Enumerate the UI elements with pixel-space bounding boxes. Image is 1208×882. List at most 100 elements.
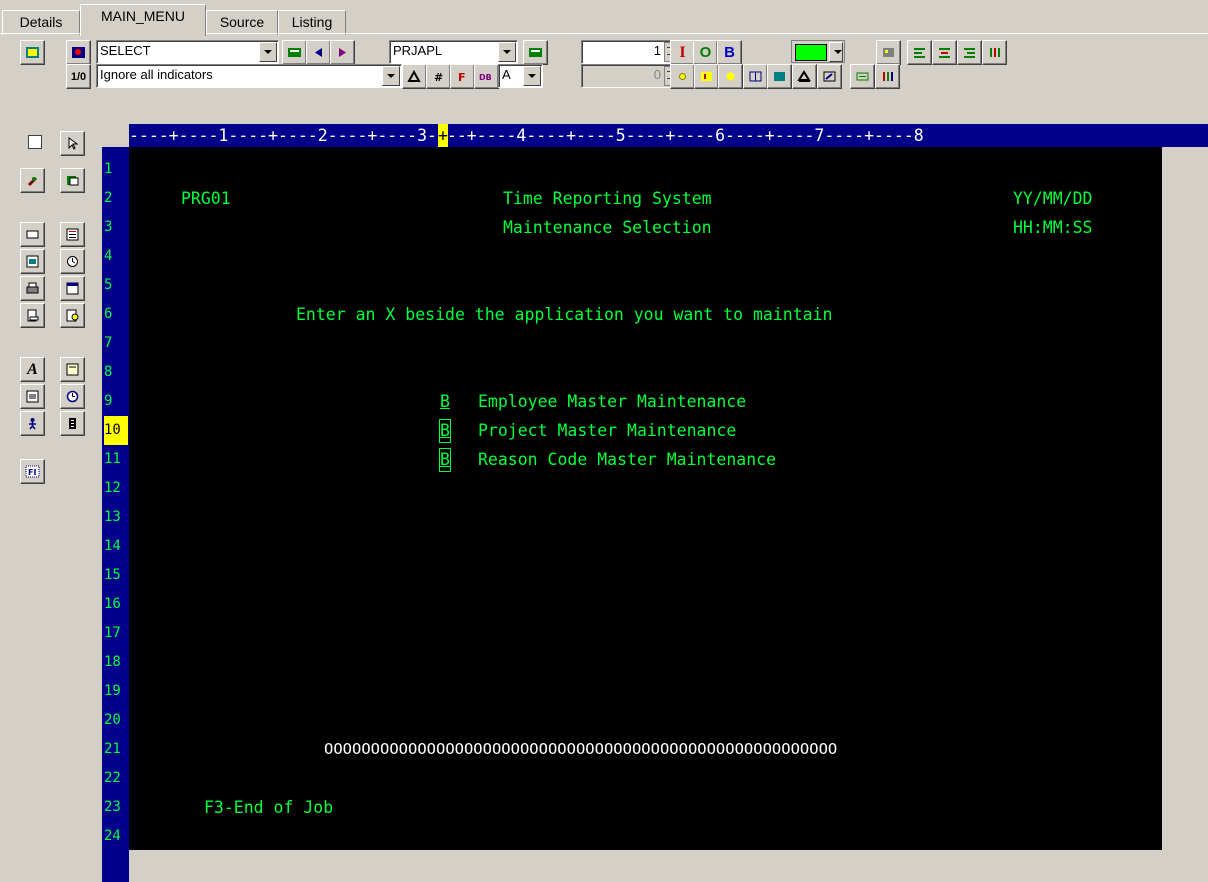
- text-edit-icon[interactable]: [402, 64, 427, 89]
- highlight-icon[interactable]: [670, 64, 695, 89]
- next-arrow-icon[interactable]: [330, 40, 355, 65]
- indicator-select[interactable]: Ignore all indicators: [96, 64, 402, 88]
- record-format-select[interactable]: PRJAPL: [389, 40, 518, 64]
- subfile-icon[interactable]: [60, 222, 85, 247]
- copy-format-icon[interactable]: [60, 168, 85, 193]
- ruler-text: ----+----1----+----2----+----3----+----4…: [129, 126, 924, 145]
- message-icon[interactable]: [60, 357, 85, 382]
- line-number: 24: [104, 828, 121, 844]
- line-number: 8: [104, 364, 113, 380]
- indicator-button[interactable]: 1/0: [66, 64, 91, 89]
- screen-design-area[interactable]: PRG01 Time Reporting System YY/MM/DD Mai…: [129, 147, 1162, 850]
- line-number: 14: [104, 538, 121, 554]
- open-icon[interactable]: [20, 40, 45, 65]
- align-right-icon[interactable]: [957, 40, 982, 65]
- text-constant-icon[interactable]: A: [20, 357, 45, 382]
- chevron-down-icon[interactable]: [829, 42, 843, 62]
- operation-select[interactable]: SELECT: [96, 40, 279, 64]
- date-field[interactable]: YY/MM/DD: [1013, 184, 1092, 213]
- tab-main-menu[interactable]: MAIN_MENU: [80, 4, 206, 36]
- input-field-button[interactable]: I: [670, 40, 695, 65]
- bars-icon[interactable]: [875, 64, 900, 89]
- cursor-column-marker: +: [438, 124, 448, 147]
- line-number: 3: [104, 219, 113, 235]
- svg-text:DB: DB: [479, 73, 492, 82]
- user-icon[interactable]: [20, 411, 45, 436]
- image-field-icon[interactable]: [20, 384, 45, 409]
- line-number: 12: [104, 480, 121, 496]
- column-separator-icon[interactable]: [743, 64, 768, 89]
- chevron-down-icon[interactable]: [259, 42, 277, 62]
- tab-bar: Details MAIN_MENU Source Listing: [0, 0, 1208, 36]
- function-keys-icon[interactable]: [282, 40, 307, 65]
- align-center-icon[interactable]: [932, 40, 957, 65]
- line-number: 1: [104, 161, 113, 177]
- tab-details[interactable]: Details: [2, 10, 80, 35]
- database-field-icon[interactable]: DB: [474, 64, 499, 89]
- underline-icon[interactable]: [792, 64, 817, 89]
- columns-icon[interactable]: [982, 40, 1007, 65]
- printer-icon[interactable]: [20, 276, 45, 301]
- svg-text:F: F: [458, 71, 466, 83]
- nondisplay-icon[interactable]: [767, 64, 792, 89]
- option-input-field[interactable]: B: [439, 448, 451, 472]
- function-keys-legend[interactable]: F3-End of Job: [204, 793, 333, 822]
- align-left-icon[interactable]: [907, 40, 932, 65]
- pointer-icon[interactable]: [60, 131, 85, 156]
- chevron-down-icon[interactable]: [498, 42, 516, 62]
- window-icon[interactable]: [60, 276, 85, 301]
- line-number: 11: [104, 451, 121, 467]
- format-keys-icon[interactable]: [523, 40, 548, 65]
- option-label[interactable]: Project Master Maintenance: [478, 416, 736, 445]
- option-input-field[interactable]: B: [439, 419, 451, 443]
- clock-icon[interactable]: [60, 384, 85, 409]
- both-field-button[interactable]: B: [717, 40, 742, 65]
- line-number-gutter: 1 2 3 4 5 6 7 8 9 10 11 12 13 14 15 16 1…: [102, 147, 129, 882]
- screen-subtitle[interactable]: Maintenance Selection: [503, 213, 712, 242]
- tab-source[interactable]: Source: [206, 10, 278, 35]
- line-number-current: 10: [104, 416, 128, 445]
- previous-arrow-icon[interactable]: [306, 40, 331, 65]
- line-number: 5: [104, 277, 113, 293]
- attribute-select[interactable]: A: [498, 64, 543, 88]
- option-input-field[interactable]: B: [440, 391, 450, 413]
- column-spinner[interactable]: 0: [581, 64, 684, 88]
- chevron-down-icon[interactable]: [382, 66, 400, 86]
- select-format-icon[interactable]: [66, 40, 91, 65]
- help-record-icon[interactable]: [60, 303, 85, 328]
- message-field[interactable]: OOOOOOOOOOOOOOOOOOOOOOOOOOOOOOOOOOOOOOOO…: [324, 735, 837, 764]
- blink-icon[interactable]: [718, 64, 743, 89]
- list-field-icon[interactable]: [60, 411, 85, 436]
- line-number: 18: [104, 654, 121, 670]
- float-field-icon[interactable]: F: [450, 64, 475, 89]
- line-number: 4: [104, 248, 113, 264]
- time-field[interactable]: HH:MM:SS: [1013, 213, 1092, 242]
- program-name[interactable]: PRG01: [181, 184, 231, 213]
- svg-text:#: #: [434, 71, 443, 83]
- instruction-text[interactable]: Enter an X beside the application you wa…: [296, 300, 832, 329]
- svg-text:FI: FI: [28, 468, 36, 477]
- output-field-button[interactable]: O: [693, 40, 718, 65]
- tab-listing[interactable]: Listing: [278, 10, 346, 35]
- date-field-icon[interactable]: [20, 249, 45, 274]
- line-number: 21: [104, 741, 121, 757]
- reverse-image-icon[interactable]: [694, 64, 719, 89]
- field-length-icon[interactable]: [850, 64, 875, 89]
- record-icon[interactable]: [20, 303, 45, 328]
- palette-icon[interactable]: [876, 40, 901, 65]
- line-number: 23: [104, 799, 121, 815]
- chevron-down-icon[interactable]: [523, 66, 541, 86]
- line-spinner[interactable]: 1: [581, 40, 684, 64]
- line-number: 7: [104, 335, 113, 351]
- function-key-icon[interactable]: FI: [20, 459, 45, 484]
- option-label[interactable]: Employee Master Maintenance: [478, 387, 746, 416]
- position-cursor-icon[interactable]: [817, 64, 842, 89]
- color-picker[interactable]: [791, 40, 845, 63]
- screen-title[interactable]: Time Reporting System: [503, 184, 712, 213]
- select-all-checkbox[interactable]: [28, 135, 42, 149]
- time-field-icon[interactable]: [60, 249, 85, 274]
- numeric-field-icon[interactable]: #: [426, 64, 451, 89]
- option-label[interactable]: Reason Code Master Maintenance: [478, 445, 776, 474]
- output-field-icon[interactable]: [20, 222, 45, 247]
- constant-field-icon[interactable]: [20, 168, 45, 193]
